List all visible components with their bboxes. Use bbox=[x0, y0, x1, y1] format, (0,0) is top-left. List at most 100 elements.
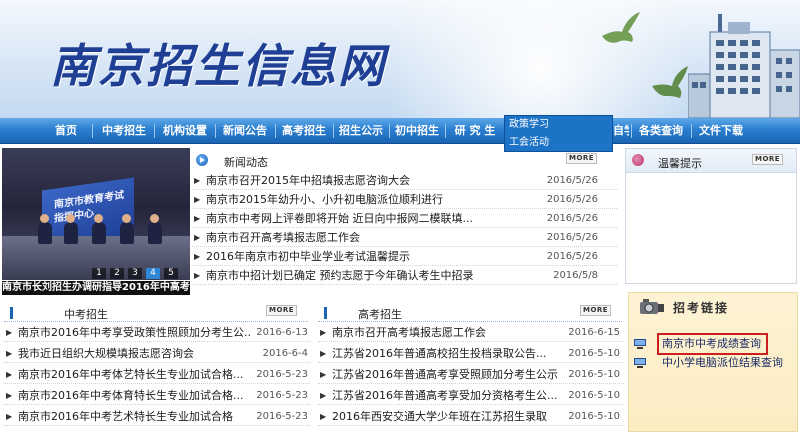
zhongkao-item-title[interactable]: 南京市2016年中考体育特长生专业加试合格... bbox=[18, 387, 250, 405]
slide-page-4[interactable]: 4 bbox=[146, 268, 160, 279]
gaokao-item-title[interactable]: 江苏省2016年普通高校招生投档录取公告... bbox=[332, 345, 564, 363]
gaokao-item-title[interactable]: 南京市召开高考填报志愿工作会 bbox=[332, 324, 564, 342]
list-item[interactable]: ▶ 南京市2016年中考艺术特长生专业加试合格 2016-5-23 bbox=[4, 408, 310, 426]
list-item[interactable]: ▶ 南京市中考网上评卷即将开始 近日向中报网二模联填... 2016/5/26 bbox=[192, 210, 617, 228]
zhongkao-item-date: 2016-5-23 bbox=[256, 390, 308, 401]
nav-item-gaokao[interactable]: 高考招生 bbox=[276, 118, 332, 144]
slide-pager: 1 2 3 4 5 bbox=[92, 268, 178, 280]
list-item[interactable]: ▶ 南京市召开2015年中招填报志愿咨询大会 2016/5/26 bbox=[192, 172, 617, 190]
submenu-item-policy[interactable]: 政策学习 bbox=[505, 116, 612, 134]
news-item-title[interactable]: 2016年南京市初中毕业学业考试温馨提示 bbox=[206, 248, 536, 266]
gaokao-bar-icon bbox=[324, 307, 327, 319]
arrow-icon: ▶ bbox=[320, 349, 327, 358]
zhongkao-item-date: 2016-5-23 bbox=[256, 411, 308, 422]
link-item-label[interactable]: 中小学电脑派位结果查询 bbox=[662, 354, 783, 372]
photo-head bbox=[122, 214, 131, 223]
nav-item-queries[interactable]: 各类查询 bbox=[632, 118, 690, 144]
zhongkao-item-title[interactable]: 南京市2016年中考体艺特长生专业加试合格... bbox=[18, 366, 250, 384]
main-nav: 首页 中考招生 机构设置 新闻公告 高考招生 招生公示 初中招生 研 究 生 自… bbox=[0, 118, 800, 144]
list-item[interactable]: ▶ 江苏省2016年普通高考享受照顾加分考生公示 2016-5-10 bbox=[318, 366, 624, 384]
news-more-button[interactable]: MORE bbox=[566, 153, 598, 164]
news-list: ▶ 南京市召开2015年中招填报志愿咨询大会 2016/5/26 ▶ 南京市2015年… bbox=[192, 172, 617, 290]
photo-person bbox=[64, 222, 78, 244]
gaokao-item-title[interactable]: 江苏省2016年普通高考享受加分资格考生公... bbox=[332, 387, 564, 405]
zhongkao-item-title[interactable]: 我市近日组织大规模填报志愿咨询会 bbox=[18, 345, 250, 363]
list-item[interactable]: ▶ 2016年西安交通大学少年班在江苏招生录取 2016-5-10 bbox=[318, 408, 624, 426]
news-item-title[interactable]: 南京市中考网上评卷即将开始 近日向中报网二模联填... bbox=[206, 210, 536, 228]
news-title: 新闻动态 bbox=[224, 156, 268, 169]
notice-bullet-icon bbox=[632, 154, 644, 166]
gaokao-more-button[interactable]: MORE bbox=[580, 305, 612, 316]
news-item-title[interactable]: 南京市2015年幼升小、小升初电脑派位顺利进行 bbox=[206, 191, 536, 209]
list-item[interactable]: ▶ 南京市2016年中考体育特长生专业加试合格... 2016-5-23 bbox=[4, 387, 310, 405]
list-item[interactable]: ▶ 我市近日组织大规模填报志愿咨询会 2016-6-4 bbox=[4, 345, 310, 363]
list-item[interactable]: ▶ 南京市中招计划已确定 预约志愿于今年确认考生中招录 2016/5/8 bbox=[192, 267, 617, 285]
arrow-icon: ▶ bbox=[320, 391, 327, 400]
nav-separator bbox=[92, 124, 93, 138]
site-title[interactable]: 南京招生信息网 bbox=[50, 30, 386, 96]
nav-item-publicity[interactable]: 招生公示 bbox=[334, 118, 388, 144]
arrow-icon: ▶ bbox=[194, 233, 201, 242]
gaokao-item-title[interactable]: 2016年西安交通大学少年班在江苏招生录取 bbox=[332, 408, 564, 426]
links-header: 招考链接 bbox=[629, 293, 797, 319]
nav-item-graduate[interactable]: 研 究 生 bbox=[446, 118, 504, 144]
zhongkao-item-title[interactable]: 南京市2016年中考享受政策性照顾加分考生公... bbox=[18, 324, 250, 342]
nav-item-home[interactable]: 首页 bbox=[44, 118, 88, 144]
arrow-icon: ▶ bbox=[320, 328, 327, 337]
photo-head bbox=[94, 214, 103, 223]
arrow-icon: ▶ bbox=[194, 214, 201, 223]
arrow-icon: ▶ bbox=[320, 370, 327, 379]
nav-item-institutions[interactable]: 机构设置 bbox=[156, 118, 214, 144]
notice-more-button[interactable]: MORE bbox=[752, 154, 784, 165]
nav-item-junior[interactable]: 初中招生 bbox=[390, 118, 444, 144]
list-item[interactable]: ▶ 2016年南京市初中毕业学业考试温馨提示 2016/5/26 bbox=[192, 248, 617, 266]
slide-page-3[interactable]: 3 bbox=[128, 268, 142, 279]
photo-head bbox=[150, 214, 159, 223]
list-item[interactable]: ▶ 江苏省2016年普通高考享受加分资格考生公... 2016-5-10 bbox=[318, 387, 624, 405]
nav-item-downloads[interactable]: 文件下载 bbox=[692, 118, 750, 144]
list-item[interactable]: ▶ 南京市召开高考填报志愿工作会 2016/5/26 bbox=[192, 229, 617, 247]
news-item-title[interactable]: 南京市召开2015年中招填报志愿咨询大会 bbox=[206, 172, 536, 190]
slide-page-5[interactable]: 5 bbox=[164, 268, 178, 279]
gaokao-item-date: 2016-5-10 bbox=[568, 348, 620, 359]
list-item[interactable]: ▶ 南京市2016年中考体艺特长生专业加试合格... 2016-5-23 bbox=[4, 366, 310, 384]
arrow-icon: ▶ bbox=[6, 412, 13, 421]
arrow-icon: ▶ bbox=[194, 271, 201, 280]
gaokao-item-title[interactable]: 江苏省2016年普通高考享受照顾加分考生公示 bbox=[332, 366, 564, 384]
news-item-date: 2016/5/8 bbox=[553, 270, 598, 281]
news-header: 新闻动态 MORE bbox=[192, 152, 617, 170]
links-title: 招考链接 bbox=[673, 301, 730, 315]
link-item-lottery-query[interactable]: 中小学电脑派位结果查询 bbox=[634, 354, 794, 372]
arrow-icon: ▶ bbox=[194, 252, 201, 261]
gaokao-title: 高考招生 bbox=[358, 308, 402, 321]
arrow-icon: ▶ bbox=[194, 195, 201, 204]
computer-icon bbox=[634, 358, 646, 368]
photo-person bbox=[92, 222, 106, 244]
arrow-icon: ▶ bbox=[6, 370, 13, 379]
notice-box: 温馨提示 MORE bbox=[625, 148, 797, 284]
nav-item-news[interactable]: 新闻公告 bbox=[216, 118, 274, 144]
news-item-title[interactable]: 南京市召开高考填报志愿工作会 bbox=[206, 229, 536, 247]
gaokao-item-date: 2016-6-15 bbox=[568, 327, 620, 338]
list-item[interactable]: ▶ 南京市2015年幼升小、小升初电脑派位顺利进行 2016/5/26 bbox=[192, 191, 617, 209]
notice-title: 温馨提示 bbox=[658, 157, 702, 170]
list-item[interactable]: ▶ 江苏省2016年普通高校招生投档录取公告... 2016-5-10 bbox=[318, 345, 624, 363]
nav-item-zhongkao[interactable]: 中考招生 bbox=[96, 118, 152, 144]
zhongkao-item-title[interactable]: 南京市2016年中考艺术特长生专业加试合格 bbox=[18, 408, 250, 426]
list-item[interactable]: ▶ 南京市2016年中考享受政策性照顾加分考生公... 2016-6-13 bbox=[4, 324, 310, 342]
zhongkao-header: 中考招生 MORE bbox=[4, 304, 308, 322]
arrow-icon: ▶ bbox=[6, 328, 13, 337]
gaokao-header: 高考招生 MORE bbox=[318, 304, 622, 322]
slide-page-1[interactable]: 1 bbox=[92, 268, 106, 279]
photo-caption[interactable]: 南京市长刘招生办调研指导2016年中高考 bbox=[2, 281, 190, 295]
zhongkao-more-button[interactable]: MORE bbox=[266, 305, 298, 316]
news-photo[interactable]: 南京市教育考试 指挥中心 bbox=[2, 148, 190, 280]
news-item-date: 2016/5/26 bbox=[546, 213, 598, 224]
site-banner: 南京招生信息网 bbox=[0, 0, 800, 118]
photo-person bbox=[120, 222, 134, 244]
submenu-item-union[interactable]: 工会活动 bbox=[505, 134, 612, 152]
nav-item-self-study[interactable]: 自学考试 bbox=[613, 118, 629, 144]
list-item[interactable]: ▶ 南京市召开高考填报志愿工作会 2016-6-15 bbox=[318, 324, 624, 342]
news-item-title[interactable]: 南京市中招计划已确定 预约志愿于今年确认考生中招录 bbox=[206, 267, 536, 285]
slide-page-2[interactable]: 2 bbox=[110, 268, 124, 279]
